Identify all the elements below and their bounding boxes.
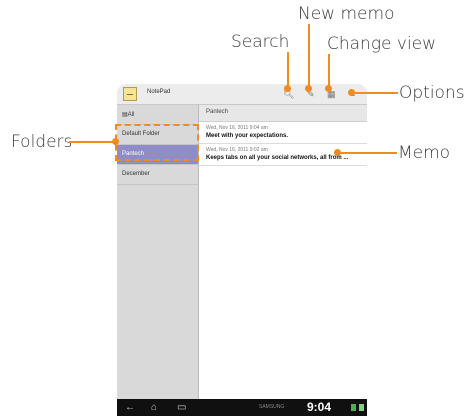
folder-label: December bbox=[122, 171, 150, 177]
status-clock: 9:04 bbox=[307, 400, 332, 414]
memo-list-title: Pantech bbox=[206, 109, 229, 115]
memo-item[interactable]: Wed, Nov 16, 2011 9:02 am Keeps tabs on … bbox=[199, 144, 367, 166]
leader-dot-memo bbox=[334, 149, 341, 156]
notepad-app-icon bbox=[123, 87, 137, 101]
battery-icon bbox=[359, 404, 364, 411]
folder-all-label: ▤All bbox=[122, 112, 135, 118]
system-statusbar: ← ⌂ ▭ SAMSUNG 9:04 bbox=[117, 399, 367, 416]
memo-text: Meet with your expectations. bbox=[206, 133, 289, 139]
memo-date: Wed, Nov 16, 2011 9:04 am bbox=[206, 125, 268, 131]
app-title: NotePad bbox=[147, 89, 171, 95]
leader-search bbox=[287, 52, 289, 89]
callout-options: Options bbox=[399, 83, 465, 103]
memo-list: Pantech Wed, Nov 16, 2011 9:04 am Meet w… bbox=[199, 105, 367, 399]
callout-new-memo: New memo bbox=[298, 4, 395, 24]
signal-icon bbox=[351, 404, 356, 411]
memo-text: Keeps tabs on all your social networks, … bbox=[206, 155, 349, 161]
callout-folders: Folders bbox=[11, 132, 73, 152]
leader-dot-change-view bbox=[325, 85, 332, 92]
memo-date: Wed, Nov 16, 2011 9:02 am bbox=[206, 147, 268, 153]
carrier-label: SAMSUNG bbox=[259, 404, 285, 410]
leader-folders bbox=[69, 141, 116, 143]
leader-dot-new-memo bbox=[305, 85, 312, 92]
folder-december[interactable]: December bbox=[117, 165, 198, 185]
leader-change-view bbox=[328, 54, 330, 89]
callout-memo: Memo bbox=[398, 143, 451, 163]
leader-dot-options bbox=[348, 89, 355, 96]
back-icon[interactable]: ← bbox=[125, 401, 135, 414]
callout-search: Search bbox=[231, 32, 290, 52]
memo-list-header: Pantech bbox=[199, 105, 367, 122]
leader-new-memo bbox=[308, 24, 310, 89]
folder-all[interactable]: ▤All bbox=[117, 105, 198, 125]
leader-options bbox=[351, 92, 398, 94]
memo-item[interactable]: Wed, Nov 16, 2011 9:04 am Meet with your… bbox=[199, 122, 367, 144]
leader-memo bbox=[337, 152, 397, 154]
home-icon[interactable]: ⌂ bbox=[151, 401, 157, 414]
recent-apps-icon[interactable]: ▭ bbox=[177, 401, 186, 414]
folders-highlight bbox=[115, 124, 199, 161]
callout-change-view: Change view bbox=[327, 34, 437, 54]
leader-dot-search bbox=[284, 85, 291, 92]
leader-dot-folders bbox=[112, 138, 119, 145]
